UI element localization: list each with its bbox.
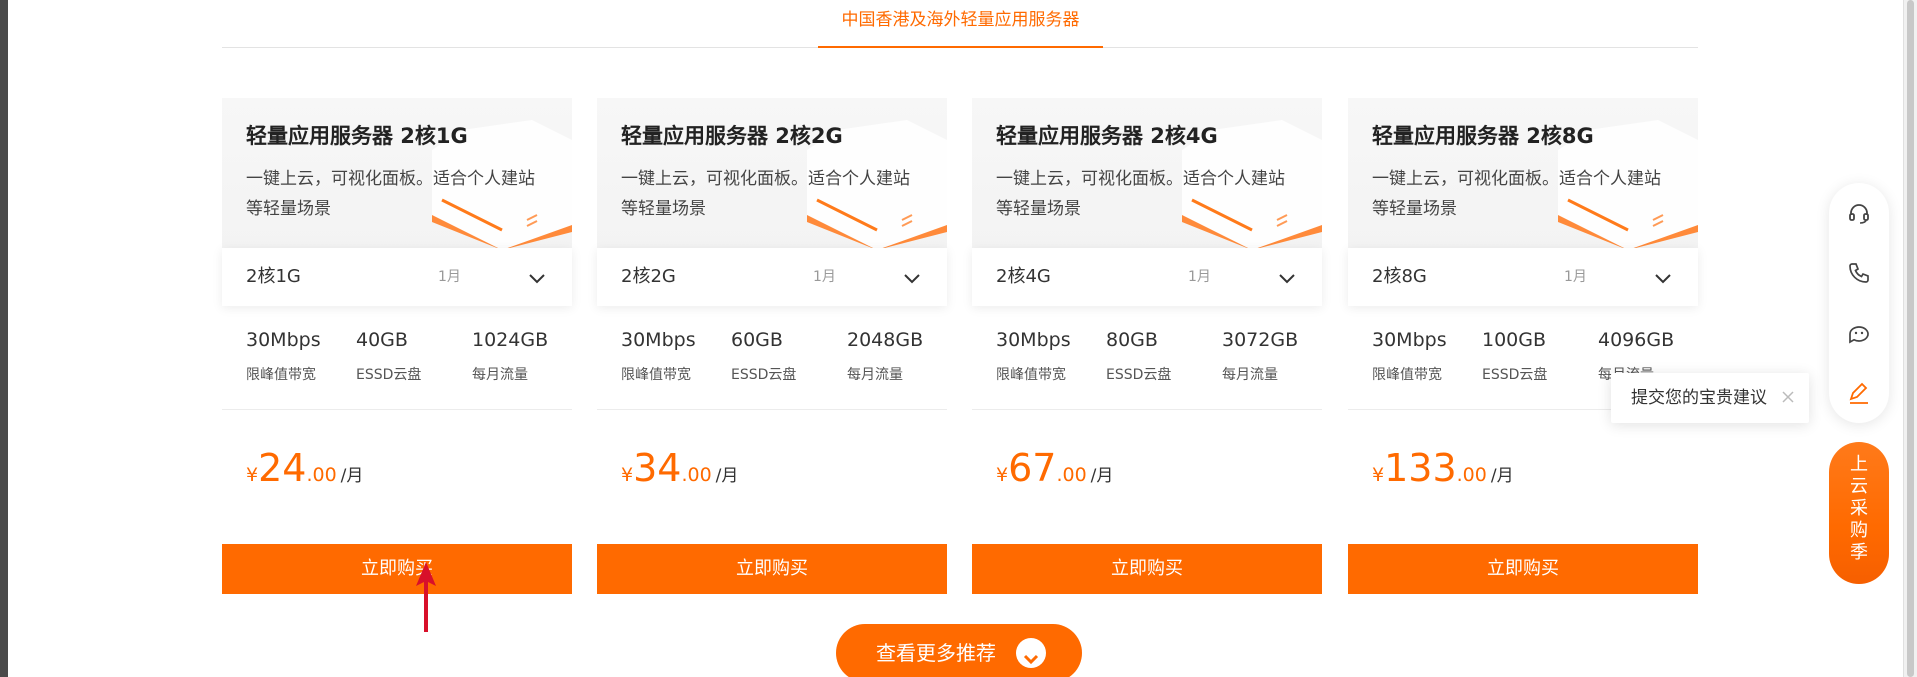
buy-now-button[interactable]: 立即购买 <box>972 544 1322 594</box>
card-description: 一键上云，可视化面板。适合个人建站等轻量场景 <box>996 169 1285 219</box>
card-header: 轻量应用服务器 2核4G 一键上云，可视化面板。适合个人建站等轻量场景 <box>972 98 1322 248</box>
duration-value: 1月 <box>438 269 461 285</box>
product-card: 轻量应用服务器 2核4G 一键上云，可视化面板。适合个人建站等轻量场景 2核4G… <box>972 98 1322 594</box>
spec-dropdown[interactable]: 2核2G 1月 <box>597 248 947 306</box>
spec-value: 2核1G <box>246 266 301 287</box>
annotation-arrow-icon <box>416 562 436 632</box>
spec-stats: 30Mbps 限峰值带宽 80GB ESSD云盘 3072GB 每月流量 <box>972 326 1322 410</box>
stat-bandwidth: 30Mbps 限峰值带宽 <box>996 329 1071 383</box>
product-cards: 轻量应用服务器 2核1G 一键上云，可视化面板。适合个人建站等轻量场景 2核1G… <box>222 98 1698 598</box>
feedback-tooltip-text: 提交您的宝贵建议 <box>1631 388 1767 408</box>
stat-disk: 100GB ESSD云盘 <box>1482 329 1548 383</box>
price: ¥34.00/月 <box>621 446 739 490</box>
spec-dropdown[interactable]: 2核4G 1月 <box>972 248 1322 306</box>
chevron-down-icon <box>1655 274 1671 284</box>
card-description: 一键上云，可视化面板。适合个人建站等轻量场景 <box>1372 169 1661 219</box>
stat-traffic: 2048GB 每月流量 <box>847 329 924 383</box>
stat-bandwidth: 30Mbps 限峰值带宽 <box>246 329 321 383</box>
buy-now-button[interactable]: 立即购买 <box>222 544 572 594</box>
card-description: 一键上云，可视化面板。适合个人建站等轻量场景 <box>246 169 535 219</box>
stat-traffic: 3072GB 每月流量 <box>1222 329 1299 383</box>
close-icon[interactable] <box>1781 390 1795 404</box>
page-scrollbar[interactable] <box>1903 0 1917 677</box>
feedback-tooltip: 提交您的宝贵建议 <box>1611 373 1809 423</box>
stat-disk: 60GB ESSD云盘 <box>731 329 797 383</box>
stat-bandwidth: 30Mbps 限峰值带宽 <box>1372 329 1447 383</box>
chevron-down-icon <box>1279 274 1295 284</box>
price: ¥67.00/月 <box>996 446 1114 490</box>
duration-value: 1月 <box>1188 269 1211 285</box>
card-title: 轻量应用服务器 2核2G <box>621 124 843 148</box>
product-tab-bar: 中国香港及海外轻量应用服务器 <box>222 0 1698 48</box>
card-header: 轻量应用服务器 2核8G 一键上云，可视化面板。适合个人建站等轻量场景 <box>1348 98 1698 248</box>
spec-dropdown[interactable]: 2核8G 1月 <box>1348 248 1698 306</box>
side-toolbar <box>1829 183 1889 423</box>
stat-disk: 80GB ESSD云盘 <box>1106 329 1172 383</box>
phone-icon[interactable] <box>1847 261 1871 285</box>
product-card: 轻量应用服务器 2核1G 一键上云，可视化面板。适合个人建站等轻量场景 2核1G… <box>222 98 572 594</box>
buy-now-button[interactable]: 立即购买 <box>597 544 947 594</box>
card-description: 一键上云，可视化面板。适合个人建站等轻量场景 <box>621 169 910 219</box>
spec-stats: 30Mbps 限峰值带宽 60GB ESSD云盘 2048GB 每月流量 <box>597 326 947 410</box>
chevron-down-circle-icon <box>1016 638 1046 668</box>
promo-badge[interactable]: 上 云 采 购 季 <box>1829 442 1889 584</box>
card-header: 轻量应用服务器 2核1G 一键上云，可视化面板。适合个人建站等轻量场景 <box>222 98 572 248</box>
spec-value: 2核2G <box>621 266 676 287</box>
spec-value: 2核8G <box>1372 266 1427 287</box>
tab-overseas-lightweight-server[interactable]: 中国香港及海外轻量应用服务器 <box>818 0 1103 48</box>
stat-bandwidth: 30Mbps 限峰值带宽 <box>621 329 696 383</box>
card-title: 轻量应用服务器 2核4G <box>996 124 1218 148</box>
view-more-button[interactable]: 查看更多推荐 <box>836 624 1082 677</box>
price: ¥24.00/月 <box>246 446 364 490</box>
chevron-down-icon <box>529 274 545 284</box>
card-header: 轻量应用服务器 2核2G 一键上云，可视化面板。适合个人建站等轻量场景 <box>597 98 947 248</box>
product-card: 轻量应用服务器 2核2G 一键上云，可视化面板。适合个人建站等轻量场景 2核2G… <box>597 98 947 594</box>
scrollbar-thumb[interactable] <box>1907 0 1914 677</box>
spec-stats: 30Mbps 限峰值带宽 40GB ESSD云盘 1024GB 每月流量 <box>222 326 572 410</box>
duration-value: 1月 <box>1564 269 1587 285</box>
card-title: 轻量应用服务器 2核8G <box>1372 124 1594 148</box>
view-more-label: 查看更多推荐 <box>876 641 996 665</box>
stat-disk: 40GB ESSD云盘 <box>356 329 422 383</box>
edit-icon[interactable] <box>1847 381 1871 405</box>
card-title: 轻量应用服务器 2核1G <box>246 124 468 148</box>
spec-value: 2核4G <box>996 266 1051 287</box>
duration-value: 1月 <box>813 269 836 285</box>
chevron-down-icon <box>904 274 920 284</box>
price: ¥133.00/月 <box>1372 446 1514 490</box>
stat-traffic: 1024GB 每月流量 <box>472 329 549 383</box>
spec-dropdown[interactable]: 2核1G 1月 <box>222 248 572 306</box>
chat-bot-icon[interactable] <box>1847 321 1871 345</box>
product-card: 轻量应用服务器 2核8G 一键上云，可视化面板。适合个人建站等轻量场景 2核8G… <box>1348 98 1698 594</box>
window-left-edge <box>0 0 8 677</box>
headset-icon[interactable] <box>1847 201 1871 225</box>
buy-now-button[interactable]: 立即购买 <box>1348 544 1698 594</box>
